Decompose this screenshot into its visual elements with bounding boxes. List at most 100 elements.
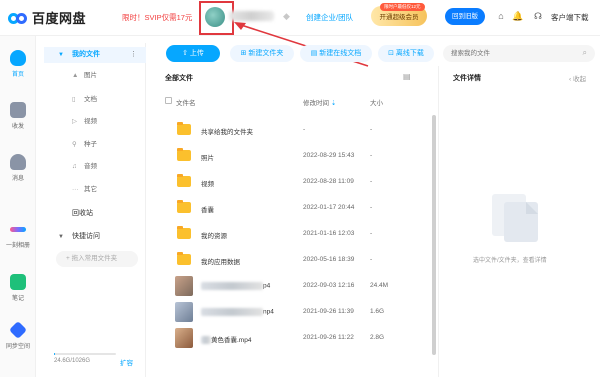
file-name[interactable]: 黄色香囊.mp4 — [201, 334, 252, 345]
collapse-label: 收起 — [572, 76, 586, 83]
shirt-icon[interactable]: ⌂ — [495, 10, 507, 22]
file-name[interactable]: 我的资源 — [201, 230, 227, 240]
file-date: 2022-08-29 15:43 — [303, 152, 355, 159]
sidebar-item-videos[interactable]: ▷ 视频 — [72, 116, 97, 128]
column-size-header[interactable]: 大小 — [370, 97, 383, 107]
column-date-label: 修改时间 — [303, 100, 329, 107]
file-name[interactable]: 我的应用数据 — [201, 256, 240, 266]
video-thumbnail — [175, 276, 193, 296]
sidebar-item-audio[interactable]: ♫ 音频 — [72, 161, 97, 173]
folder-icon — [177, 148, 191, 161]
new-folder-button[interactable]: ⊞ 新建文件夹 — [230, 45, 294, 62]
top-bar: 百度网盘 限时！SVIP仅需17元 ◆ 创建企业/团队 开通超级会员 限时户最低… — [0, 0, 600, 36]
add-quick-access-button[interactable]: + 拖入常用文件夹 — [56, 251, 138, 267]
collapse-button[interactable]: ‹ 收起 — [569, 73, 586, 83]
file-name[interactable]: np4 — [201, 308, 274, 316]
select-all-checkbox[interactable] — [165, 97, 172, 104]
file-name-text: 黄色香囊.mp4 — [211, 337, 252, 344]
table-row[interactable]: 黄色香囊.mp4 2021-09-26 11:22 2.8G — [160, 326, 430, 352]
bell-icon[interactable]: 🔔 — [512, 10, 524, 22]
more-vertical-icon[interactable]: ⋮ — [130, 47, 137, 63]
file-name-text: 共享给我的文件夹 — [201, 129, 253, 136]
sidebar-item-seeds[interactable]: ⚲ 种子 — [72, 139, 97, 151]
create-team-link[interactable]: 创建企业/团队 — [306, 12, 353, 23]
folder-icon — [177, 226, 191, 239]
column-name-header[interactable]: 文件名 — [176, 97, 196, 107]
file-date: 2021-09-26 11:22 — [303, 334, 354, 341]
file-name-text: 视频 — [201, 181, 214, 188]
sidebar-label: 文档 — [84, 96, 97, 103]
audio-icon: ♫ — [72, 163, 77, 170]
search-box[interactable]: ⌕ — [443, 45, 595, 62]
blurred-filename — [201, 336, 211, 345]
file-name[interactable]: p4 — [201, 282, 270, 290]
sidebar-my-files[interactable]: ▼ 我的文件 ⋮ — [44, 47, 146, 63]
view-toggle-icon[interactable]: ▤ — [403, 72, 411, 81]
nav-notes[interactable]: 笔记 — [0, 274, 36, 302]
search-icon[interactable]: ⌕ — [583, 48, 587, 58]
search-input[interactable] — [443, 45, 573, 62]
table-row[interactable]: 照片 2022-08-29 15:43 - — [160, 144, 430, 170]
nav-inbox[interactable]: 收发 — [0, 102, 36, 130]
nav-home[interactable]: 首页 — [0, 50, 36, 78]
file-name[interactable]: 照片 — [201, 152, 214, 162]
return-old-version-button[interactable]: 回到旧版 — [445, 8, 485, 25]
video-thumbnail — [175, 302, 193, 322]
file-size: 1.6G — [370, 308, 385, 315]
blurred-filename — [201, 308, 263, 316]
nav-album[interactable]: 一刻相册 — [0, 221, 36, 249]
username-blurred[interactable] — [229, 11, 274, 21]
sidebar-item-docs[interactable]: ▯ 文档 — [72, 94, 97, 106]
nav-label: 收发 — [11, 124, 24, 130]
logo-icon — [8, 10, 28, 26]
offline-download-button[interactable]: ⊡ 离线下载 — [378, 45, 434, 62]
file-size: - — [370, 126, 373, 133]
upload-button[interactable]: ⇧ 上传 — [166, 45, 220, 62]
nav-messages[interactable]: 消息 — [0, 154, 36, 182]
scrollbar[interactable] — [432, 115, 436, 355]
breadcrumb-all-files[interactable]: 全部文件 — [165, 73, 193, 83]
sidebar-label: 快捷访问 — [72, 233, 100, 240]
folder-icon — [177, 200, 191, 213]
file-sidebar: ▼ 我的文件 ⋮ ▲ 图片 ▯ 文档 ▷ 视频 ⚲ 种子 ♫ 音频 ··· 其它 回收站 ▼… — [44, 43, 146, 377]
file-name[interactable]: 香囊 — [201, 204, 214, 214]
table-row[interactable]: 视频 2022-08-28 11:09 - — [160, 170, 430, 196]
file-name[interactable]: 共享给我的文件夹 — [201, 126, 253, 136]
file-date: 2021-09-26 11:39 — [303, 308, 354, 315]
promo-link[interactable]: 限时！SVIP仅需17元 — [122, 12, 192, 23]
sidebar-label: 图片 — [84, 72, 97, 79]
table-row[interactable]: np4 2021-09-26 11:39 1.6G — [160, 300, 430, 326]
client-download-link[interactable]: 客户端下载 — [551, 12, 589, 23]
left-nav: 首页 收发 消息 一刻相册 笔记 同步空间 — [0, 36, 36, 377]
caret-down-icon: ▼ — [58, 234, 64, 240]
file-name-text: 我的资源 — [201, 233, 227, 240]
folder-icon — [177, 252, 191, 265]
expand-storage-link[interactable]: 扩容 — [120, 357, 133, 367]
column-date-header[interactable]: 修改时间 ⇣ — [303, 97, 336, 107]
file-name-text: np4 — [263, 308, 274, 316]
file-size: 2.8G — [370, 334, 385, 341]
sidebar-recycle[interactable]: 回收站 — [72, 206, 142, 222]
sort-icon: ⇣ — [330, 100, 337, 107]
file-name-text: 我的应用数据 — [201, 259, 240, 266]
detail-title: 文件详情 — [453, 75, 481, 82]
nav-sync[interactable]: 同步空间 — [0, 320, 36, 350]
vip-diamond-icon: ◆ — [283, 11, 290, 21]
headset-icon[interactable]: ☊ — [532, 10, 544, 22]
table-row[interactable]: 共享给我的文件夹 - - — [160, 118, 430, 144]
file-name[interactable]: 视频 — [201, 178, 214, 188]
sidebar-quick-access[interactable]: ▼ 快捷访问 — [44, 229, 146, 245]
new-online-doc-button[interactable]: ▤ 新建在线文档 — [300, 45, 372, 62]
logo[interactable]: 百度网盘 — [8, 8, 86, 27]
nav-label: 笔记 — [11, 296, 24, 302]
table-row[interactable]: 我的资源 2021-01-16 12:03 - — [160, 222, 430, 248]
sidebar-label: 音频 — [84, 163, 97, 170]
table-row[interactable]: 我的应用数据 2020-05-16 18:39 - — [160, 248, 430, 274]
video-icon: ▷ — [72, 118, 77, 125]
table-row[interactable]: p4 2022-09-03 12:16 24.4M — [160, 274, 430, 300]
table-row[interactable]: 香囊 2022-01-17 20:44 - — [160, 196, 430, 222]
sidebar-item-images[interactable]: ▲ 图片 — [72, 70, 97, 82]
file-name-text: 照片 — [201, 155, 214, 162]
seed-icon: ⚲ — [72, 141, 77, 148]
sidebar-item-other[interactable]: ··· 其它 — [72, 184, 97, 196]
